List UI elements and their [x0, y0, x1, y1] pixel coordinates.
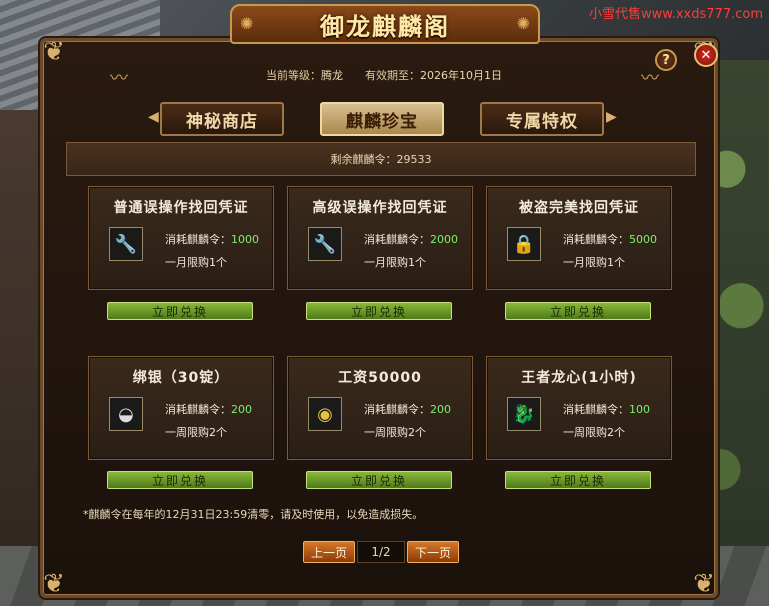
- cost-label: 消耗麒麟令：: [563, 233, 629, 246]
- exchange-button[interactable]: 立即兑换: [107, 471, 253, 489]
- lockbox-icon[interactable]: 🔒: [507, 227, 541, 261]
- expiry-value: 2026年10月1日: [420, 69, 502, 82]
- cost-value: 2000: [430, 233, 458, 246]
- item-limit: 一周限购2个: [563, 426, 625, 439]
- cost-label: 消耗麒麟令：: [364, 403, 430, 416]
- item-card: 工资50000 ◉ 消耗麒麟令：200 一周限购2个: [287, 356, 473, 460]
- title-plate: ✺ 御龙麒麟阁 ✺: [230, 4, 540, 44]
- expiry-label: 有效期至：: [365, 69, 420, 82]
- dragon-heart-icon[interactable]: 🐉: [507, 397, 541, 431]
- cost-label: 消耗麒麟令：: [563, 403, 629, 416]
- item-title: 工资50000: [338, 370, 422, 386]
- item-cost: 消耗麒麟令：200: [165, 401, 252, 417]
- cost-value: 200: [430, 403, 451, 416]
- exchange-button[interactable]: 立即兑换: [505, 302, 651, 320]
- item-card: 绑银（30锭） ◒ 消耗麒麟令：200 一周限购2个: [88, 356, 274, 460]
- balance-value: 29533: [396, 152, 432, 166]
- balance-bar: 剩余麒麟令： 29533: [66, 142, 696, 176]
- balance-label: 剩余麒麟令：: [330, 153, 397, 166]
- item-card: 高级误操作找回凭证 🔧 消耗麒麟令：2000 一月限购1个: [287, 186, 473, 290]
- item-limit: 一月限购1个: [563, 256, 625, 269]
- cloud-ornament-icon: ✺: [240, 14, 254, 33]
- level-info: 当前等级：腾龙: [266, 67, 343, 83]
- cost-value: 100: [629, 403, 650, 416]
- cost-value: 200: [231, 403, 252, 416]
- tab-exclusive-privileges[interactable]: 专属特权: [480, 102, 604, 136]
- exchange-button[interactable]: 立即兑换: [306, 302, 452, 320]
- item-limit: 一周限购2个: [364, 426, 426, 439]
- item-limit: 一周限购2个: [165, 426, 227, 439]
- cost-label: 消耗麒麟令：: [165, 233, 231, 246]
- wrench-icon[interactable]: 🔧: [308, 227, 342, 261]
- item-title: 高级误操作找回凭证: [312, 200, 448, 216]
- tab-qilin-treasure[interactable]: 麒麟珍宝: [320, 102, 444, 136]
- page-indicator: 1/2: [357, 541, 405, 563]
- item-title: 被盗完美找回凭证: [519, 200, 639, 216]
- item-card: 普通误操作找回凭证 🔧 消耗麒麟令：1000 一月限购1个: [88, 186, 274, 290]
- expiry-info: 有效期至：2026年10月1日: [365, 67, 502, 83]
- item-cost: 消耗麒麟令：5000: [563, 231, 657, 247]
- arrow-right-icon: ▶: [606, 109, 617, 125]
- cost-label: 消耗麒麟令：: [165, 403, 231, 416]
- window-title: 御龙麒麟阁: [320, 11, 450, 41]
- item-cost: 消耗麒麟令：100: [563, 401, 650, 417]
- item-limit: 一月限购1个: [364, 256, 426, 269]
- item-card: 王者龙心(1小时) 🐉 消耗麒麟令：100 一周限购2个: [486, 356, 672, 460]
- cloud-ornament-icon: ✺: [516, 14, 530, 33]
- exchange-button[interactable]: 立即兑换: [306, 471, 452, 489]
- prev-page-button[interactable]: 上一页: [303, 541, 355, 563]
- corner-ornament-icon: ❦: [693, 569, 715, 599]
- item-limit: 一月限购1个: [165, 256, 227, 269]
- cost-value: 1000: [231, 233, 259, 246]
- item-card: 被盗完美找回凭证 🔒 消耗麒麟令：5000 一月限购1个: [486, 186, 672, 290]
- watermark-text: 小雪代售www.xxds777.com: [589, 7, 763, 22]
- item-cost: 消耗麒麟令：1000: [165, 231, 259, 247]
- level-value: 腾龙: [321, 69, 343, 82]
- next-page-button[interactable]: 下一页: [407, 541, 459, 563]
- tab-bar: ◀ 神秘商店 麒麟珍宝 专属特权 ▶: [148, 102, 617, 136]
- exchange-button[interactable]: 立即兑换: [107, 302, 253, 320]
- exchange-button[interactable]: 立即兑换: [505, 471, 651, 489]
- wrench-icon[interactable]: 🔧: [109, 227, 143, 261]
- item-title: 普通误操作找回凭证: [113, 200, 249, 216]
- silver-ingot-icon[interactable]: ◒: [109, 397, 143, 431]
- gold-coins-icon[interactable]: ◉: [308, 397, 342, 431]
- item-title: 绑银（30锭）: [132, 370, 230, 386]
- item-cost: 消耗麒麟令：200: [364, 401, 451, 417]
- arrow-left-icon: ◀: [148, 109, 159, 125]
- cost-label: 消耗麒麟令：: [364, 233, 430, 246]
- corner-ornament-icon: ❦: [43, 569, 65, 599]
- membership-info: 当前等级：腾龙 有效期至：2026年10月1日: [58, 60, 710, 90]
- level-label: 当前等级：: [266, 69, 321, 82]
- item-cost: 消耗麒麟令：2000: [364, 231, 458, 247]
- reset-notice: *麒麟令在每年的12月31日23:59清零，请及时使用，以免造成损失。: [83, 508, 424, 521]
- cost-value: 5000: [629, 233, 657, 246]
- tab-mystery-shop[interactable]: 神秘商店: [160, 102, 284, 136]
- item-title: 王者龙心(1小时): [521, 370, 637, 386]
